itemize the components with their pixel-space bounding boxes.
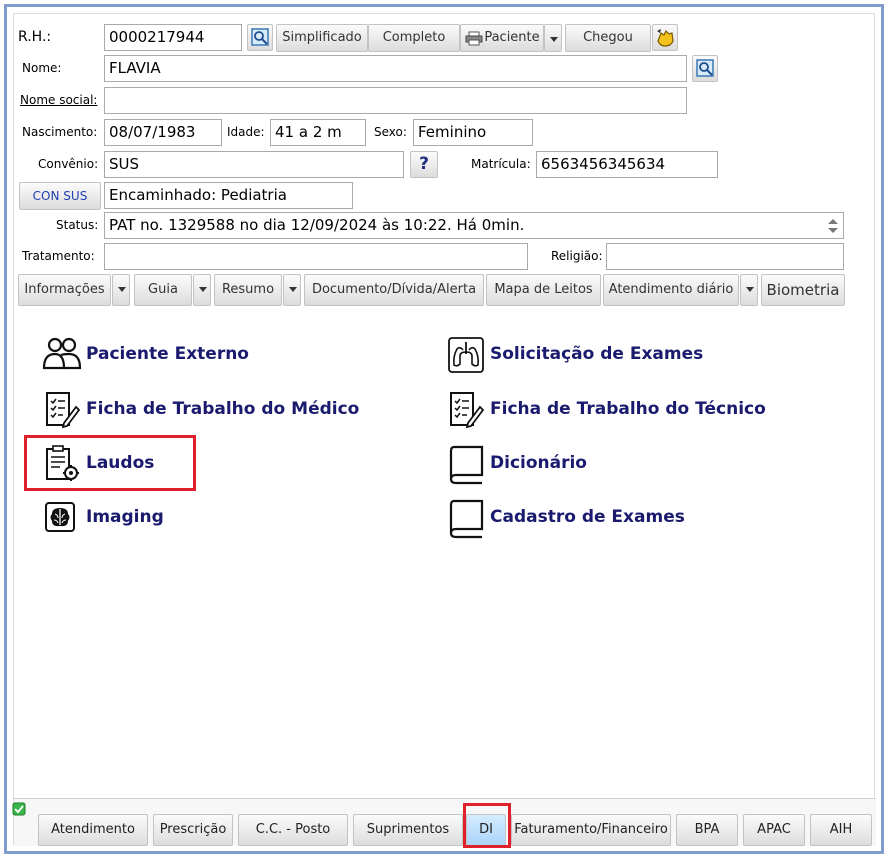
menu-paciente-externo-label: Paciente Externo bbox=[86, 344, 249, 364]
sexo-label: Sexo: bbox=[374, 125, 407, 139]
lungs-icon bbox=[448, 337, 484, 373]
question-icon: ? bbox=[419, 154, 429, 174]
tratamento-label: Tratamento: bbox=[22, 249, 95, 263]
menu-ficha-tecnico[interactable]: Ficha de Trabalho do Técnico bbox=[446, 389, 826, 431]
religiao-field[interactable] bbox=[606, 243, 844, 270]
menu-paciente-externo[interactable]: Paciente Externo bbox=[42, 334, 302, 376]
menu-cadastro-exames-label: Cadastro de Exames bbox=[490, 507, 685, 527]
book-icon bbox=[449, 445, 484, 485]
menu-dicionario-label: Dicionário bbox=[490, 453, 587, 473]
convenio-field[interactable]: SUS bbox=[104, 151, 404, 178]
printer-icon bbox=[465, 31, 483, 46]
paciente-dropdown[interactable] bbox=[544, 24, 562, 52]
tab-faturamento-financeiro[interactable]: Faturamento/Financeiro bbox=[511, 814, 671, 846]
resumo-button[interactable]: Resumo bbox=[214, 274, 282, 306]
app-frame: R.H.: 0000217944 Simplificado Completo P… bbox=[4, 4, 884, 854]
matricula-label: Matrícula: bbox=[471, 157, 531, 171]
menu-ficha-tecnico-label: Ficha de Trabalho do Técnico bbox=[490, 399, 766, 419]
atendimento-diario-button[interactable]: Atendimento diário bbox=[603, 274, 739, 306]
chegou-button[interactable]: Chegou bbox=[565, 24, 651, 52]
sexo-field[interactable]: Feminino bbox=[413, 119, 533, 146]
convenio-label: Convênio: bbox=[38, 157, 99, 171]
nascimento-field[interactable]: 08/07/1983 bbox=[104, 119, 222, 146]
guia-dropdown[interactable] bbox=[193, 274, 211, 306]
book-icon bbox=[449, 499, 484, 539]
paciente-button[interactable]: Paciente bbox=[460, 24, 544, 52]
menu-solicitacao-exames[interactable]: Solicitação de Exames bbox=[446, 334, 746, 376]
up-down-arrows-icon bbox=[828, 219, 838, 233]
mapa-de-leitos-button[interactable]: Mapa de Leitos bbox=[486, 274, 601, 306]
informacoes-dropdown[interactable] bbox=[112, 274, 130, 306]
menu-cadastro-exames[interactable]: Cadastro de Exames bbox=[446, 497, 746, 539]
status-select[interactable]: PAT no. 1329588 no dia 12/09/2024 às 10:… bbox=[104, 212, 844, 239]
resumo-dropdown[interactable] bbox=[283, 274, 301, 306]
informacoes-button[interactable]: Informações bbox=[18, 274, 111, 306]
tab-atendimento[interactable]: Atendimento bbox=[38, 814, 148, 846]
religiao-label: Religião: bbox=[551, 249, 603, 263]
nome-field[interactable]: FLAVIA bbox=[104, 55, 687, 82]
di-highlight bbox=[463, 803, 511, 848]
atendimento-diario-dropdown[interactable] bbox=[740, 274, 758, 306]
biometria-button[interactable]: Biometria bbox=[761, 274, 845, 306]
simplificado-button[interactable]: Simplificado bbox=[276, 24, 368, 52]
menu-imaging-label: Imaging bbox=[86, 507, 164, 527]
tab-bpa[interactable]: BPA bbox=[676, 814, 738, 846]
rh-label: R.H.: bbox=[18, 29, 52, 45]
matricula-field[interactable]: 6563456345634 bbox=[536, 151, 718, 178]
people-icon bbox=[42, 337, 82, 370]
hand-icon bbox=[657, 29, 674, 47]
search-rh-button[interactable] bbox=[247, 24, 273, 51]
content-panel: R.H.: 0000217944 Simplificado Completo P… bbox=[12, 13, 876, 848]
tab-prescricao[interactable]: Prescrição bbox=[153, 814, 233, 846]
search-icon bbox=[696, 59, 714, 77]
completo-button[interactable]: Completo bbox=[368, 24, 460, 52]
tab-apac[interactable]: APAC bbox=[743, 814, 805, 846]
rh-field[interactable]: 0000217944 bbox=[104, 24, 242, 51]
idade-field[interactable]: 41 a 2 m bbox=[270, 119, 366, 146]
menu-ficha-medico-label: Ficha de Trabalho do Médico bbox=[86, 399, 360, 419]
checklist-pencil-icon bbox=[46, 392, 81, 429]
menu-ficha-medico[interactable]: Ficha de Trabalho do Médico bbox=[42, 389, 402, 431]
status-value: PAT no. 1329588 no dia 12/09/2024 às 10:… bbox=[109, 216, 525, 234]
status-label: Status: bbox=[56, 218, 99, 232]
menu-imaging[interactable]: Imaging bbox=[42, 497, 242, 539]
documento-divida-alerta-button[interactable]: Documento/Dívida/Alerta bbox=[304, 274, 484, 306]
nome-label: Nome: bbox=[22, 61, 62, 75]
encaminhado-field[interactable]: Encaminhado: Pediatria bbox=[104, 182, 353, 209]
paciente-button-label: Paciente bbox=[484, 30, 540, 45]
tab-suprimentos[interactable]: Suprimentos bbox=[353, 814, 463, 846]
tratamento-field[interactable] bbox=[104, 243, 528, 270]
laudos-highlight bbox=[24, 435, 196, 491]
checklist-pencil-icon bbox=[450, 392, 485, 429]
search-nome-button[interactable] bbox=[692, 55, 718, 82]
tab-cc-posto[interactable]: C.C. - Posto bbox=[238, 814, 348, 846]
brain-icon bbox=[45, 502, 75, 532]
menu-dicionario[interactable]: Dicionário bbox=[446, 443, 646, 485]
guia-button[interactable]: Guia bbox=[134, 274, 192, 306]
nome-social-label[interactable]: Nome social: bbox=[20, 93, 97, 107]
search-icon bbox=[251, 28, 269, 46]
tab-aih[interactable]: AIH bbox=[810, 814, 872, 846]
hand-button[interactable] bbox=[652, 24, 678, 51]
nascimento-label: Nascimento: bbox=[22, 125, 98, 139]
con-sus-button[interactable]: CON SUS bbox=[19, 182, 101, 210]
check-icon bbox=[12, 802, 26, 816]
menu-solicitacao-exames-label: Solicitação de Exames bbox=[490, 344, 704, 364]
idade-label: Idade: bbox=[227, 125, 265, 139]
help-button[interactable]: ? bbox=[410, 151, 438, 178]
nome-social-field[interactable] bbox=[104, 87, 687, 114]
